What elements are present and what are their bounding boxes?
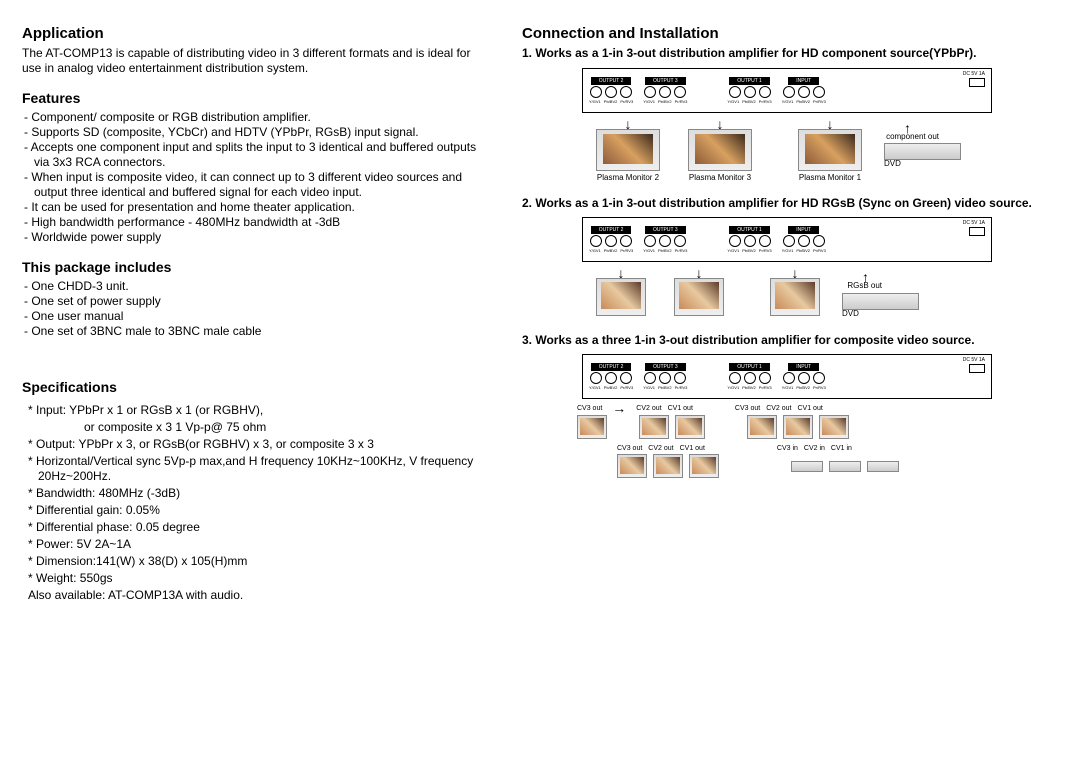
tv-icon bbox=[639, 415, 669, 439]
mode3-title: 3. Works as a three 1-in 3-out distribut… bbox=[522, 333, 1052, 349]
package-item: - One CHDD-3 unit. bbox=[24, 279, 492, 294]
cv-row2: CV3 out CV2 out CV1 out CV3 in CV2 in CV… bbox=[577, 445, 1052, 452]
package-item: - One set of 3BNC male to 3BNC male cabl… bbox=[24, 324, 492, 339]
crt-monitor-icon bbox=[596, 278, 646, 316]
feature-item: - It can be used for presentation and ho… bbox=[24, 200, 492, 215]
feature-item: - High bandwidth performance - 480MHz ba… bbox=[24, 215, 492, 230]
component-out-label: component out bbox=[884, 133, 939, 142]
spec-item: * Input: YPbPr x 1 or RGsB x 1 (or RGBHV… bbox=[28, 403, 492, 418]
tv-icon bbox=[747, 415, 777, 439]
dvd-icon bbox=[867, 461, 899, 472]
tv-icon bbox=[675, 415, 705, 439]
arrow-down-icon bbox=[717, 119, 724, 129]
spec-item: or composite x 3 1 Vp-p@ 75 ohm bbox=[28, 420, 492, 435]
right-column: Connection and Installation 1. Works as … bbox=[522, 25, 1052, 743]
rgsb-out-label: RGsB out bbox=[842, 282, 882, 291]
spec-item: * Power: 5V 2A~1A bbox=[28, 537, 492, 552]
tv-icon bbox=[783, 415, 813, 439]
spec-item: * Bandwidth: 480MHz (-3dB) bbox=[28, 486, 492, 501]
crt-monitor-icon bbox=[674, 278, 724, 316]
package-item: - One set of power supply bbox=[24, 294, 492, 309]
mode1-title: 1. Works as a 1-in 3-out distribution am… bbox=[522, 46, 1052, 62]
spec-item: * Dimension:141(W) x 38(D) x 105(H)mm bbox=[28, 554, 492, 569]
dvd-icon bbox=[842, 293, 919, 310]
package-item: - One user manual bbox=[24, 309, 492, 324]
cv-row1: CV3 out CV2 out CV1 out CV3 out CV2 out … bbox=[577, 403, 1052, 413]
feature-item: - Accepts one component input and splits… bbox=[24, 140, 492, 170]
heading-application: Application bbox=[22, 25, 492, 42]
heading-specifications: Specifications bbox=[22, 379, 492, 395]
arrow-down-icon bbox=[827, 119, 834, 129]
tv-icon bbox=[653, 454, 683, 478]
arrow-down-icon bbox=[618, 268, 625, 278]
arrow-right-icon bbox=[612, 403, 626, 413]
spec-item: * Output: YPbPr x 3, or RGsB(or RGBHV) x… bbox=[28, 437, 492, 452]
dc-label: DC 5V 1A bbox=[963, 71, 985, 89]
heading-features: Features bbox=[22, 90, 492, 106]
spec-item: * Horizontal/Vertical sync 5Vp-p max,and… bbox=[28, 454, 492, 484]
dvd-icon bbox=[829, 461, 861, 472]
device-panel: OUTPUT 2Y/GV1Pb/BV2Pr/RV3 OUTPUT 3Y/GV1P… bbox=[582, 354, 992, 399]
plasma-monitor-icon bbox=[596, 129, 660, 171]
crt-monitor-icon bbox=[770, 278, 820, 316]
left-column: Application The AT-COMP13 is capable of … bbox=[22, 25, 522, 743]
device-panel: OUTPUT 2Y/GV1Pb/BV2Pr/RV3 OUTPUT 3Y/GV1P… bbox=[582, 68, 992, 113]
tv-icon bbox=[617, 454, 647, 478]
device-panel: OUTPUT 2Y/GV1Pb/BV2Pr/RV3 OUTPUT 3Y/GV1P… bbox=[582, 217, 992, 262]
feature-item: - Component/ composite or RGB distributi… bbox=[24, 110, 492, 125]
package-list: - One CHDD-3 unit. - One set of power su… bbox=[24, 279, 492, 339]
dvd-icon bbox=[884, 143, 961, 160]
features-list: - Component/ composite or RGB distributi… bbox=[24, 110, 492, 245]
arrow-down-icon bbox=[696, 268, 703, 278]
spec-item: Also available: AT-COMP13A with audio. bbox=[28, 588, 492, 603]
heading-connection: Connection and Installation bbox=[522, 25, 1052, 42]
arrow-down-icon bbox=[792, 268, 799, 278]
spec-item: * Differential gain: 0.05% bbox=[28, 503, 492, 518]
spec-item: * Differential phase: 0.05 degree bbox=[28, 520, 492, 535]
tv-icon bbox=[819, 415, 849, 439]
feature-item: - When input is composite video, it can … bbox=[24, 170, 492, 200]
arrow-down-icon bbox=[625, 119, 632, 129]
plasma-monitor-icon bbox=[688, 129, 752, 171]
application-text: The AT-COMP13 is capable of distributing… bbox=[22, 46, 492, 76]
feature-item: - Supports SD (composite, YCbCr) and HDT… bbox=[24, 125, 492, 140]
feature-item: - Worldwide power supply bbox=[24, 230, 492, 245]
plasma-monitor-icon bbox=[798, 129, 862, 171]
spec-item: * Weight: 550gs bbox=[28, 571, 492, 586]
tv-icon bbox=[689, 454, 719, 478]
tv-icon bbox=[577, 415, 607, 439]
heading-package: This package includes bbox=[22, 259, 492, 275]
mode2-title: 2. Works as a 1-in 3-out distribution am… bbox=[522, 196, 1052, 212]
specifications-list: * Input: YPbPr x 1 or RGsB x 1 (or RGBHV… bbox=[28, 403, 492, 603]
dvd-icon bbox=[791, 461, 823, 472]
